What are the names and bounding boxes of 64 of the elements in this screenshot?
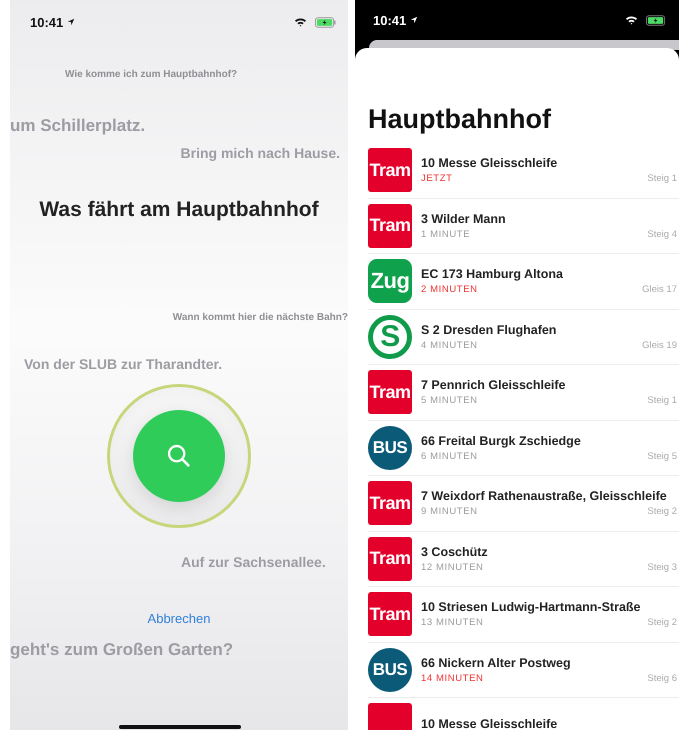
- platform-label: Gleis 17: [642, 284, 677, 296]
- departure-line: 7 Weixdorf Rathenaustraße, Gleisschleife: [421, 489, 668, 504]
- departure-line: 3 Wilder Mann: [421, 212, 507, 226]
- platform-label: Steig 1: [647, 395, 677, 406]
- transit-badge: Tram: [368, 204, 412, 248]
- platform-label: Steig 5: [647, 450, 677, 462]
- departure-time: JETZT: [421, 173, 452, 184]
- suggestion-phrase: Wie komme ich zum Hauptbahnhof?: [65, 69, 238, 80]
- departure-line: S 2 Dresden Flughafen: [421, 322, 558, 337]
- departure-line: 66 Freital Burgk Zschiedge: [421, 434, 582, 448]
- status-time: 10:41: [30, 14, 64, 30]
- departure-row[interactable]: S S 2 Dresden Flughafen 4 MINUTEN Gleis 19: [368, 310, 679, 365]
- battery-charging-icon: [646, 14, 667, 26]
- suggestion-phrase: Auf zur Sachsenallee.: [181, 554, 326, 570]
- platform-label: Steig 6: [647, 672, 677, 684]
- departure-time: 14 MINUTEN: [421, 672, 484, 684]
- departure-time: 2 MINUTEN: [421, 284, 478, 296]
- platform-label: Steig 2: [647, 506, 677, 518]
- spoken-prompt: Was fährt am Hauptbahnhof: [39, 198, 319, 222]
- platform-label: Steig 2: [647, 617, 677, 628]
- transit-badge: BUS: [368, 648, 412, 692]
- suggestion-phrase: Bring mich nach Hause.: [180, 145, 340, 161]
- transit-badge: Tram: [368, 592, 412, 636]
- departure-time: 13 MINUTEN: [421, 617, 484, 628]
- wifi-icon: [625, 15, 638, 25]
- transit-badge: Tram: [368, 536, 412, 581]
- transit-badge: Tram: [368, 370, 412, 414]
- departure-line: 3 Coschütz: [421, 544, 489, 559]
- status-time: 10:41: [373, 12, 406, 28]
- suggestion-phrase: geht's zum Großen Garten?: [10, 640, 234, 660]
- transit-badge: BUS: [368, 426, 412, 470]
- platform-label: Steig 1: [647, 173, 677, 184]
- departure-row[interactable]: Tram 10 Striesen Ludwig-Hartmann-Straße 13 MINUTEN Steig 2: [368, 587, 679, 642]
- location-arrow-icon: [67, 18, 76, 26]
- battery-charging-icon: [315, 16, 336, 28]
- departure-time: 1 MINUTE: [421, 228, 470, 240]
- departure-time: 6 MINUTEN: [421, 450, 478, 462]
- departure-line: 10 Messe Gleisschleife: [421, 156, 558, 170]
- departure-time: 5 MINUTEN: [421, 395, 478, 406]
- transit-badge: Tram: [368, 148, 412, 192]
- departure-row[interactable]: BUS 66 Nickern Alter Postweg 14 MINUTEN Steig 6: [368, 642, 679, 698]
- wifi-icon: [294, 17, 307, 27]
- station-title: Hauptbahnhof: [368, 104, 552, 135]
- suggestion-phrase: um Schillerplatz.: [10, 116, 146, 136]
- suggestion-phrase: Wann kommt hier die nächste Bahn?: [172, 312, 348, 323]
- departure-time: 12 MINUTEN: [421, 562, 484, 573]
- departure-line: EC 173 Hamburg Altona: [421, 267, 564, 282]
- location-arrow-icon: [410, 16, 418, 24]
- departure-row[interactable]: 10 Messe Gleisschleife: [368, 698, 679, 730]
- departure-time: 9 MINUTEN: [421, 506, 478, 518]
- platform-label: Steig 3: [647, 562, 677, 573]
- departure-time: 4 MINUTEN: [421, 340, 478, 351]
- suggestion-phrase: Von der SLUB zur Tharandter.: [24, 356, 222, 372]
- transit-badge: Zug: [368, 259, 412, 304]
- platform-label: Steig 4: [647, 228, 677, 240]
- departure-row[interactable]: BUS 66 Freital Burgk Zschiedge 6 MINUTEN Steig 5: [368, 420, 679, 476]
- departure-row[interactable]: Tram 7 Weixdorf Rathenaustraße, Gleisschleife 9 MINUTEN Steig 2: [368, 476, 679, 532]
- transit-badge: S: [368, 314, 412, 359]
- platform-label: Gleis 19: [642, 340, 677, 351]
- departure-line: 10 Striesen Ludwig-Hartmann-Straße: [421, 600, 642, 614]
- departure-line: 7 Pennrich Gleisschleife: [421, 378, 567, 392]
- transit-badge: Tram: [368, 481, 412, 526]
- departure-line: 66 Nickern Alter Postweg: [421, 656, 572, 670]
- departure-line: 10 Messe Gleisschleife: [421, 716, 558, 730]
